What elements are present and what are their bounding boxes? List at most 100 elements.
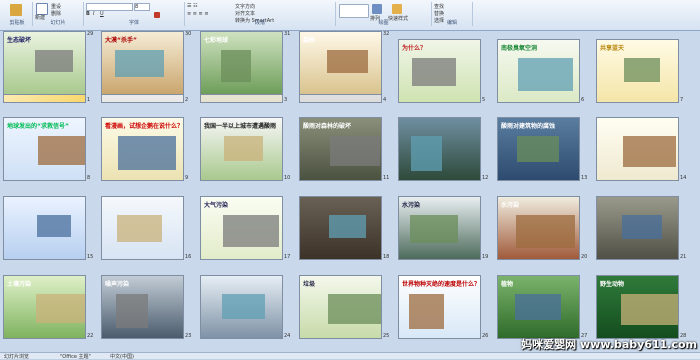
slide-image (222, 294, 265, 319)
slide-number: 18 (383, 254, 390, 260)
status-bar: 幻灯片浏览 "Office 主题" 中文(中国) (0, 352, 700, 360)
slide-number: 8 (87, 175, 91, 181)
quick-styles-icon[interactable] (392, 4, 402, 14)
italic-button[interactable]: I (93, 11, 94, 17)
slide-thumbnail[interactable] (596, 117, 679, 181)
slide-number: 29 (87, 31, 94, 37)
slide-image (329, 215, 366, 238)
slide-title: 大气污染 (204, 202, 229, 209)
slide-number: 22 (87, 333, 94, 339)
slide-number: 13 (581, 175, 588, 181)
slide-thumbnail[interactable]: 酸雨对建筑物的腐蚀 (497, 117, 580, 181)
group-label: 剪贴板 (9, 20, 25, 26)
slide-image (327, 50, 368, 73)
slide-image (37, 215, 71, 237)
slide-thumbnail[interactable]: 水污染 (398, 196, 481, 260)
slide-thumbnail[interactable]: 水污染 (497, 196, 580, 260)
align-text-button[interactable]: 对齐文本 (235, 10, 255, 17)
slide-number: 11 (383, 175, 390, 181)
slide-thumbnail[interactable]: 七彩地球 (200, 31, 283, 95)
bullets-button[interactable]: ☰ ☷ (187, 3, 198, 9)
slide-number: 21 (680, 254, 687, 260)
slide-thumbnail[interactable]: 我国一半以上城市遭遇酸雨 (200, 117, 283, 181)
slide-thumbnail[interactable]: 植物 (497, 275, 580, 339)
slide-number: 5 (482, 97, 486, 103)
slide-number: 3 (284, 97, 288, 103)
slide-image (116, 294, 148, 328)
slide-number: 7 (680, 97, 684, 103)
slide-image (622, 215, 662, 239)
slide-title: 南极臭氧空洞 (501, 45, 538, 52)
slide-thumbnail[interactable]: 共享蓝天 (596, 39, 679, 103)
slide-image (115, 50, 164, 77)
slide-title: 森林 (303, 37, 316, 44)
shapes-gallery-icon[interactable] (339, 4, 369, 18)
slide-number: 17 (284, 254, 291, 260)
font-color-icon[interactable] (154, 12, 160, 18)
editing-group: 查找 替换 选择 编辑 (432, 2, 473, 26)
slide-thumbnail[interactable] (101, 196, 184, 260)
slide-number: 16 (185, 254, 192, 260)
slide-thumbnail[interactable]: 生态破坏 (3, 31, 86, 95)
slide-number: 14 (680, 175, 687, 181)
slide-image (221, 50, 251, 82)
slide-thumbnail[interactable] (299, 196, 382, 260)
slide-number: 31 (284, 31, 291, 37)
slide-thumbnail[interactable] (398, 117, 481, 181)
slide-thumbnail[interactable]: 森林 (299, 31, 382, 95)
paste-icon[interactable] (10, 4, 22, 16)
slide-title: 植物 (501, 281, 514, 288)
slide-image (410, 215, 458, 243)
underline-button[interactable]: U (100, 11, 104, 17)
slide-thumbnail[interactable]: 为什么？ (398, 39, 481, 103)
slide-thumbnail[interactable]: 南极臭氧空洞 (497, 39, 580, 103)
slides-group: 新建 重设 删除 幻灯片 (33, 2, 84, 26)
slide-thumbnail[interactable]: 垃圾 (299, 275, 382, 339)
slide-image (118, 136, 176, 170)
slide-thumbnail[interactable]: 酸雨对森林的破坏 (299, 117, 382, 181)
bold-button[interactable]: B (86, 11, 90, 17)
slide-title: 酸雨对森林的破坏 (303, 123, 352, 130)
slide-thumbnail[interactable]: 地球发出的“求救信号” (3, 117, 86, 181)
slide-number: 2 (185, 97, 189, 103)
slide-sorter: 我的地球妈妈1“地球日”之父 丹尼斯·海斯2全球十大环境问题34为什么？5南极臭… (0, 31, 700, 353)
slide-image (624, 58, 660, 82)
replace-button[interactable]: 替换 (434, 10, 444, 17)
slide-title: 七彩地球 (204, 37, 229, 44)
slide-image (35, 50, 73, 72)
slide-thumbnail[interactable] (596, 196, 679, 260)
slide-thumbnail[interactable]: 土壤污染 (3, 275, 86, 339)
clipboard-group: 剪贴板 (2, 2, 33, 26)
font-name-box[interactable] (86, 3, 133, 11)
ribbon: 剪贴板 新建 重设 删除 幻灯片 8 B I U 字体 ☰ ☷ ≡ ≡ ≡ ≡ … (0, 0, 700, 31)
slide-title: 噪声污染 (105, 281, 130, 288)
reset-button[interactable]: 重设 (51, 3, 61, 10)
group-label: 编辑 (446, 20, 457, 26)
find-button[interactable]: 查找 (434, 3, 444, 10)
slide-image (621, 294, 678, 325)
slide-thumbnail[interactable] (3, 196, 86, 260)
font-size-box[interactable]: 8 (134, 3, 150, 11)
slide-thumbnail[interactable] (200, 275, 283, 339)
delete-button[interactable]: 删除 (51, 10, 61, 17)
slide-number: 30 (185, 31, 192, 37)
slide-title: 酸雨对建筑物的腐蚀 (501, 123, 556, 130)
slide-thumbnail[interactable]: 看漫画，试想企鹅在说什么？ (101, 117, 184, 181)
slide-title: 共享蓝天 (600, 45, 625, 52)
slide-title: 野生动物 (600, 281, 625, 288)
slide-thumbnail[interactable]: 野生动物 (596, 275, 679, 339)
arrange-icon[interactable] (372, 4, 382, 14)
slide-thumbnail[interactable]: 世界物种灭绝的速度是什么？ (398, 275, 481, 339)
slide-title: 水污染 (402, 202, 421, 209)
slide-title: 大漠“杀手” (105, 37, 137, 44)
slide-number: 32 (383, 31, 390, 37)
slide-image (411, 136, 442, 171)
align-buttons[interactable]: ≡ ≡ ≡ ≡ (187, 11, 209, 17)
slide-thumbnail[interactable]: 噪声污染 (101, 275, 184, 339)
slide-thumbnail[interactable]: 大漠“杀手” (101, 31, 184, 95)
drawing-group: 排列 快速样式 绘图 (336, 2, 432, 26)
slide-number: 26 (482, 333, 489, 339)
slide-thumbnail[interactable]: 大气污染 (200, 196, 283, 260)
text-direction-button[interactable]: 文字方向 (235, 3, 255, 10)
slide-number: 23 (185, 333, 192, 339)
